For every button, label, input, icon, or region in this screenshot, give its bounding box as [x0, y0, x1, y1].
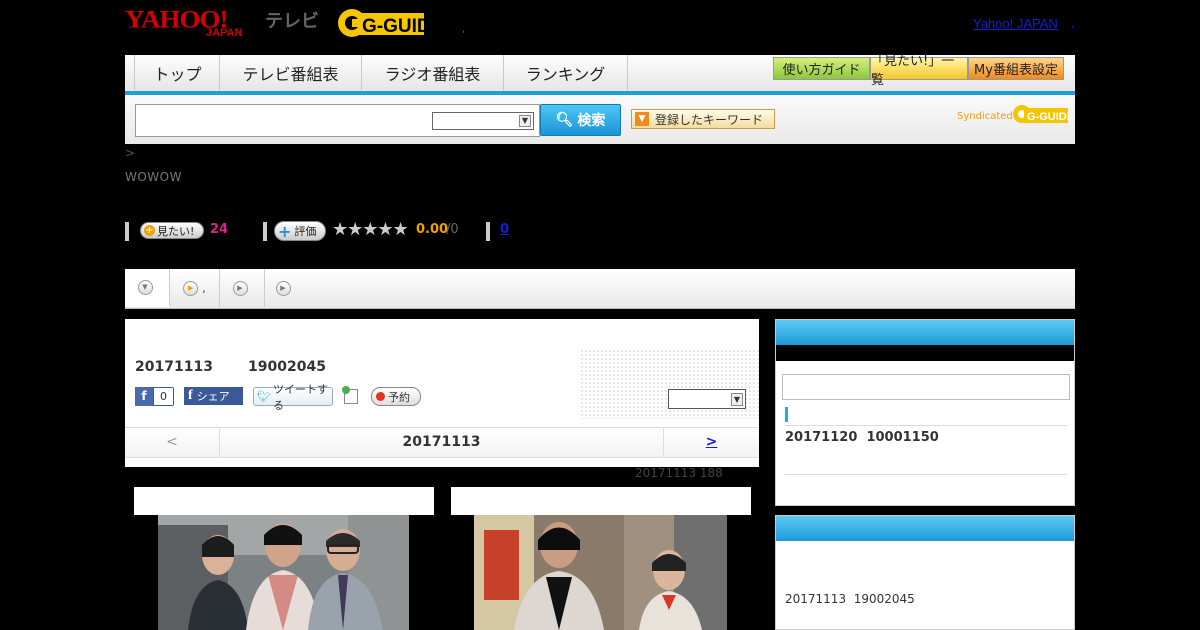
gguide-logo[interactable]: G-GUIDE: [336, 5, 431, 41]
tv-label[interactable]: テレビ: [265, 7, 319, 33]
play-icon: ▶: [232, 280, 248, 296]
program-date: 20171113: [135, 359, 213, 375]
guide-button[interactable]: 使い方ガイド: [773, 57, 870, 80]
tab-label: ,: [202, 281, 206, 295]
date-navigation: < 20171113 >: [125, 427, 759, 458]
rate-button[interactable]: + 評価: [274, 221, 326, 241]
caption-note: 20171113 188: [635, 466, 723, 480]
tab-overview[interactable]: ▼: [125, 269, 170, 307]
tab-reviews[interactable]: ▶: [265, 269, 305, 307]
plus-icon: +: [144, 225, 155, 236]
channel-name: WOWOW: [125, 170, 182, 184]
program-still-image[interactable]: [474, 515, 727, 630]
sidebar-item-id: 10001150: [866, 430, 939, 445]
content-tabs: ▼ ▶ , ▶ ▶: [125, 269, 1075, 309]
add-calendar-icon[interactable]: [342, 386, 358, 404]
prev-date-button[interactable]: <: [125, 428, 220, 457]
rate-label: 評価: [294, 225, 317, 238]
plus-icon: +: [278, 221, 292, 241]
rating-value: 0.00: [416, 222, 449, 237]
stat-divider: [263, 222, 267, 241]
sidebar-panel-header: [776, 320, 1074, 345]
yahoo-japan-link[interactable]: Yahoo! JAPAN: [973, 16, 1058, 31]
search-button-label: 検索: [577, 113, 606, 129]
sidebar-panel-subheader: [776, 345, 1074, 361]
search-category-select[interactable]: ▼: [432, 112, 534, 130]
want-to-watch-label: 見たい!: [157, 224, 195, 238]
nav-tab-ranking[interactable]: ランキング: [504, 55, 628, 91]
device-select[interactable]: ▼: [668, 389, 746, 409]
play-icon: ▶: [183, 280, 199, 296]
gguide-small-logo-text: G-GUIDE: [1027, 111, 1068, 123]
twitter-bird-icon: 🐦︎: [257, 390, 271, 403]
program-id: 19002045: [248, 359, 326, 375]
header-dot: ,: [462, 24, 466, 35]
gguide-logo-text: G-GUIDE: [362, 16, 431, 37]
nav-tab-tv-listings[interactable]: テレビ番組表: [220, 55, 362, 91]
current-date: 20171113: [402, 434, 481, 450]
my-listings-settings-button[interactable]: My番組表設定: [968, 57, 1064, 80]
star-rating-icon: ★★★★★: [332, 219, 409, 240]
reserve-recording-button[interactable]: 予約: [371, 387, 421, 406]
stat-divider: [125, 222, 129, 241]
sidebar-program-item[interactable]: 20171113 19002045: [785, 592, 915, 606]
tab-cast[interactable]: ▶: [220, 269, 265, 307]
record-dot-icon: [376, 392, 385, 401]
search-button[interactable]: 🔍︎ 検索: [540, 104, 621, 136]
want-to-watch-button[interactable]: + 見たい!: [140, 222, 204, 239]
next-date-link[interactable]: >: [663, 428, 759, 457]
syndicated-label: Syndicated: [957, 111, 1013, 122]
registered-keywords-button[interactable]: ▼ 登録したキーワード: [631, 109, 775, 129]
search-icon: 🔍︎: [555, 112, 574, 128]
sidebar-program-date: 20171113: [785, 592, 847, 606]
chevron-down-icon: ▼: [137, 279, 153, 295]
sidebar-panel-header: [776, 516, 1074, 541]
facebook-like-button[interactable]: f 0: [135, 387, 174, 406]
play-icon: ▶: [275, 280, 291, 296]
rating-count: /0: [446, 222, 459, 237]
triangle-down-icon: ▼: [635, 112, 649, 126]
sidebar-panel: 20171113 19002045: [775, 515, 1075, 630]
yahoo-logo-sub: JAPAN: [206, 27, 243, 39]
sidebar-program-id: 19002045: [853, 592, 915, 606]
gguide-small-logo: G-GUIDE: [1013, 105, 1068, 123]
tweet-button[interactable]: 🐦︎ ツイートする: [253, 383, 333, 412]
image-card-header: [134, 487, 434, 515]
reserve-label: 予約: [388, 390, 410, 404]
divider: [785, 474, 1067, 475]
chevron-down-icon: ▼: [519, 115, 531, 127]
sidebar-search-input[interactable]: [782, 374, 1070, 400]
facebook-share-label: シェア: [196, 390, 230, 403]
global-nav: トップ テレビ番組表 ラジオ番組表 ランキング 使い方ガイド 「見たい!」一覧 …: [125, 54, 1075, 95]
facebook-icon: f: [135, 387, 153, 406]
facebook-share-button[interactable]: f シェア: [184, 387, 243, 405]
nav-tab-top[interactable]: トップ: [136, 55, 220, 91]
facebook-like-count: 0: [154, 388, 173, 405]
nav-tab-radio-listings[interactable]: ラジオ番組表: [362, 55, 504, 91]
registered-keywords-label: 登録したキーワード: [655, 112, 764, 127]
sidebar-list-item[interactable]: 20171120 10001150: [785, 430, 939, 445]
image-card-header: [451, 487, 751, 515]
header-link-separator: ,: [1071, 16, 1075, 30]
divider: [785, 425, 1067, 426]
program-still-image[interactable]: [158, 515, 409, 630]
program-info-panel: 20171113 19002045 f 0 f シェア 🐦︎ ツイートする 予約…: [125, 319, 759, 467]
facebook-icon: f: [188, 388, 193, 403]
tweet-label: ツイートする: [272, 382, 328, 412]
watchlist-button[interactable]: 「見たい!」一覧: [870, 54, 968, 88]
sidebar-item-date: 20171120: [785, 430, 858, 445]
search-bar: ▼ 🔍︎ 検索 ▼ 登録したキーワード Syndicated G-GUIDE: [125, 95, 1075, 144]
nav-edge: [125, 55, 135, 91]
stat-divider: [486, 222, 490, 241]
section-accent-bar: [785, 407, 788, 422]
comment-count-link[interactable]: 0: [500, 222, 509, 237]
chevron-down-icon: ▼: [731, 393, 743, 406]
sidebar-panel: 20171120 10001150: [775, 319, 1075, 506]
want-to-watch-count: 24: [210, 222, 229, 237]
breadcrumb[interactable]: >: [125, 146, 135, 160]
tab-video[interactable]: ▶ ,: [170, 269, 220, 307]
